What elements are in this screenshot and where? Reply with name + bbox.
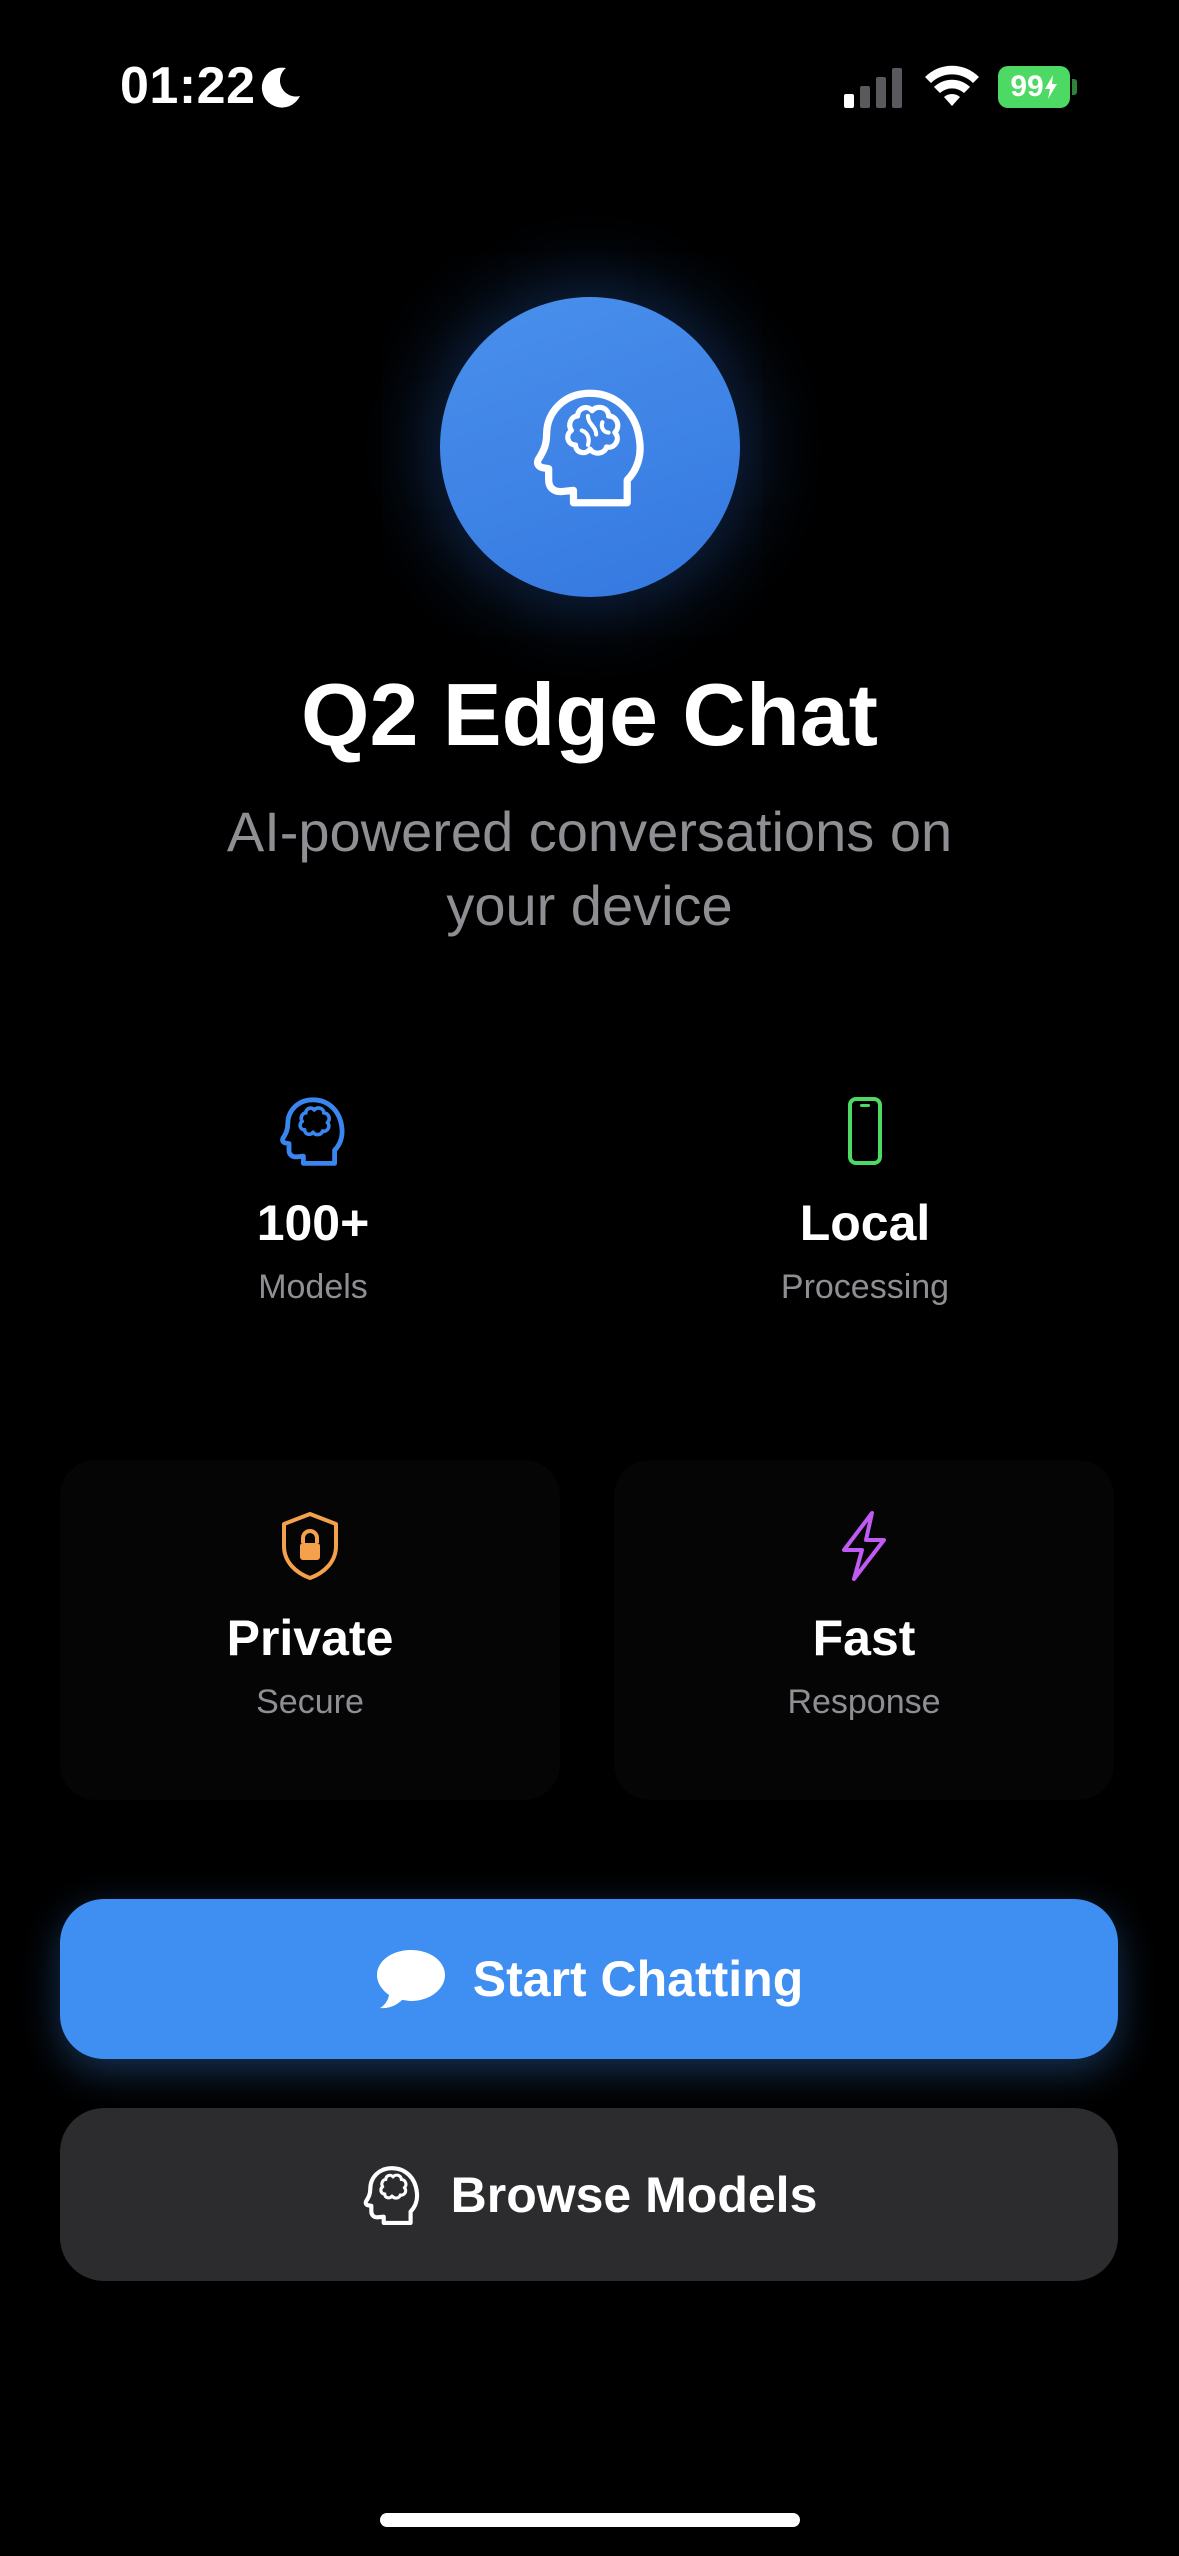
feature-card-fast: Fast Response xyxy=(614,1460,1114,1800)
brain-head-icon xyxy=(280,1097,345,1166)
app-subtitle: AI-powered conversations on your device xyxy=(226,800,953,937)
bolt-icon xyxy=(842,1511,886,1581)
feature-value: Local xyxy=(799,1195,931,1251)
battery-percent: 99 xyxy=(1010,70,1044,103)
brain-head-icon xyxy=(363,2165,419,2225)
browse-models-button[interactable]: Browse Models xyxy=(60,2108,1118,2281)
status-bar: 01:22 99 xyxy=(0,0,1179,160)
feature-card-models: 100+ Models xyxy=(63,1095,563,1435)
cellular-signal-icon xyxy=(844,68,902,108)
feature-value: Fast xyxy=(812,1610,916,1666)
feature-card-private: Private Secure xyxy=(60,1460,560,1800)
feature-label: Models xyxy=(258,1268,368,1306)
feature-card-local: Local Processing xyxy=(615,1095,1115,1435)
chat-bubble-icon xyxy=(376,1950,445,2009)
brain-head-icon xyxy=(533,389,644,507)
wifi-icon xyxy=(925,65,979,106)
app-logo xyxy=(440,297,740,597)
status-time: 01:22 xyxy=(120,57,256,115)
battery-cap xyxy=(1072,79,1077,95)
feature-label: Response xyxy=(787,1683,941,1721)
battery-level: 99 xyxy=(998,66,1070,108)
battery-charging-icon: 99 xyxy=(998,66,1078,108)
feature-label: Processing xyxy=(780,1268,950,1306)
browse-models-label: Browse Models xyxy=(450,2166,818,2223)
smartphone-icon xyxy=(848,1097,882,1165)
start-chatting-label: Start Chatting xyxy=(472,1951,804,2007)
feature-value: 100+ xyxy=(256,1195,370,1251)
app-title: Q2 Edge Chat xyxy=(301,665,878,764)
charging-bolt-icon xyxy=(1044,75,1057,99)
home-indicator[interactable] xyxy=(380,2513,800,2527)
shield-lock-icon xyxy=(282,1512,338,1580)
moon-icon xyxy=(261,67,300,108)
feature-label: Secure xyxy=(256,1683,364,1721)
start-chatting-button[interactable]: Start Chatting xyxy=(60,1899,1118,2059)
feature-value: Private xyxy=(226,1610,394,1666)
